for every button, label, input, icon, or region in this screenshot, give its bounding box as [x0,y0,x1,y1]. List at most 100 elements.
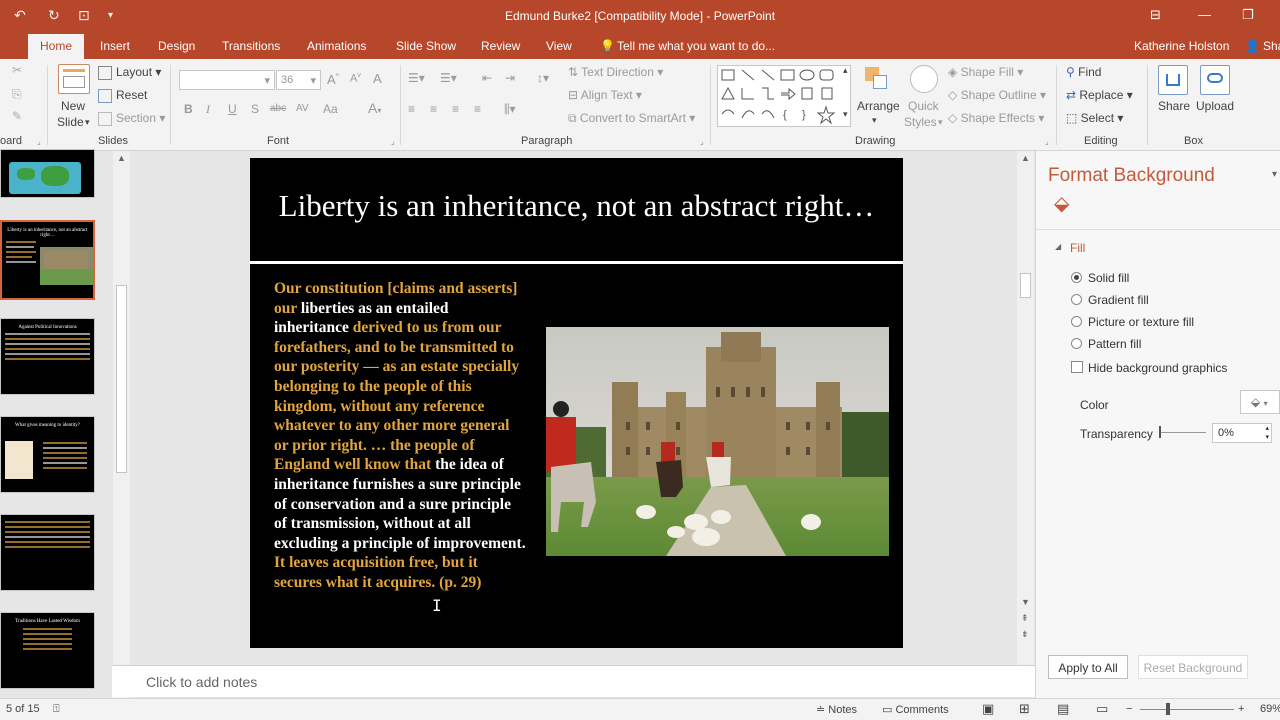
shadow-button[interactable]: S [251,102,259,116]
slide-canvas[interactable]: Liberty is an inheritance, not an abstra… [250,158,903,648]
zoom-slider[interactable] [1140,709,1234,710]
spell-check-icon[interactable]: ⍐ [53,703,60,716]
increase-indent-icon[interactable]: ⇥ [505,71,515,85]
align-text-button[interactable]: ⊟ Align Text ▾ [568,88,642,102]
scroll-thumb[interactable] [1020,273,1031,298]
zoom-in-icon[interactable]: + [1238,703,1244,715]
reset-background-button[interactable]: Reset Background [1138,655,1248,679]
tab-animations[interactable]: Animations [307,39,366,53]
fill-bucket-icon[interactable]: ⬙ [1054,191,1069,216]
cut-icon[interactable]: ✂ [12,63,22,77]
normal-view-icon[interactable]: ▣ [982,701,994,717]
share-tab-label[interactable]: Sha [1263,39,1280,53]
slide-scrollbar[interactable]: ▲ ▼ ⇞ ⇟ [1017,151,1034,665]
reading-view-icon[interactable]: ▤ [1057,701,1069,717]
bullets-icon[interactable]: ☰▾ [408,71,425,85]
thumbnail-scrollbar[interactable]: ▲ ▼ [113,151,130,698]
slide-thumbnail[interactable]: Against Political Innovations [0,318,95,395]
copy-icon[interactable]: ⎘ [12,87,22,102]
tab-slide-show[interactable]: Slide Show [396,39,456,53]
font-launcher-icon[interactable]: ⌟ [391,137,395,146]
share-box-label[interactable]: Share [1158,99,1190,113]
arrange-icon[interactable] [863,65,891,93]
quick-styles-label-1[interactable]: Quick [908,99,939,113]
align-left-icon[interactable]: ≡ [408,102,415,116]
slide-thumbnail-selected[interactable]: Liberty is an inheritance, not an abstra… [0,220,95,300]
select-button[interactable]: ⬚ Select ▾ [1066,111,1123,125]
slide-thumbnail[interactable]: What gives meaning to identity? [0,416,95,493]
shape-fill-button[interactable]: ◈ Shape Fill ▾ [948,65,1023,79]
notes-button[interactable]: ≐ Notes [816,703,857,716]
character-spacing-button[interactable]: AV [296,103,309,114]
color-picker-button[interactable]: ⬙ ▾ [1240,390,1280,414]
font-name-input[interactable]: ▾ [179,70,275,90]
strikethrough-button[interactable]: abc [270,103,286,114]
format-painter-icon[interactable]: ✎ [12,109,22,123]
restore-icon[interactable]: ❐ [1242,7,1254,23]
justify-icon[interactable]: ≡ [474,102,481,116]
quick-styles-label-2[interactable]: Styles [904,115,937,129]
shrink-font-icon[interactable]: Av [350,72,361,85]
clipboard-launcher-icon[interactable]: ⌟ [37,137,41,146]
scroll-down-icon[interactable]: ▼ [1021,597,1030,607]
numbering-icon[interactable]: ☰▾ [440,71,457,85]
scroll-thumb[interactable] [116,285,127,473]
ribbon-display-icon[interactable]: ⊟ [1150,7,1161,23]
reset-button[interactable]: Reset [98,88,147,103]
tab-home[interactable]: Home [28,34,85,59]
tab-design[interactable]: Design [158,39,195,53]
share-box-icon[interactable] [1158,65,1188,95]
castle-photo[interactable] [546,327,889,556]
transparency-slider[interactable] [1160,432,1206,433]
tab-insert[interactable]: Insert [100,39,130,53]
fill-section-header[interactable]: Fill [1070,241,1085,255]
shape-outline-button[interactable]: ◇ Shape Outline ▾ [948,88,1046,102]
smartart-button[interactable]: ⧉ Convert to SmartArt ▾ [568,111,695,126]
new-slide-icon[interactable] [58,64,90,94]
previous-slide-icon[interactable]: ⇞ [1021,613,1029,624]
apply-to-all-button[interactable]: Apply to All [1048,655,1128,679]
find-button[interactable]: ⚲ Find [1066,65,1101,79]
section-button[interactable]: Section ▾ [98,111,165,126]
align-center-icon[interactable]: ≡ [430,102,437,116]
slide-sorter-icon[interactable]: ⊞ [1019,701,1030,717]
shapes-more-icon[interactable]: ▾ [843,109,848,120]
share-icon[interactable]: 👤 [1245,39,1260,53]
drawing-launcher-icon[interactable]: ⌟ [1045,137,1049,146]
paragraph-launcher-icon[interactable]: ⌟ [700,137,704,146]
slide-title[interactable]: Liberty is an inheritance, not an abstra… [250,188,903,224]
grow-font-icon[interactable]: A^ [327,72,339,87]
italic-button[interactable]: I [206,102,210,117]
bold-button[interactable]: B [184,102,193,116]
notes-placeholder[interactable]: Click to add notes [146,674,257,690]
collapse-triangle-icon[interactable]: ◢ [1055,242,1061,251]
shape-effects-button[interactable]: ◇ Shape Effects ▾ [948,111,1044,125]
shapes-gallery[interactable]: { } [717,65,851,127]
layout-button[interactable]: Layout ▾ [98,65,161,80]
new-slide-label-2[interactable]: Slide [57,115,84,129]
scroll-up-icon[interactable]: ▲ [1021,153,1030,163]
replace-button[interactable]: ⇄ Replace ▾ [1066,88,1133,102]
quick-styles-icon[interactable] [910,65,938,93]
notes-pane[interactable]: Click to add notes [112,665,1035,697]
chevron-down-icon[interactable]: ▾ [872,115,877,126]
tell-me-input[interactable]: Tell me what you want to do... [617,39,775,53]
text-direction-button[interactable]: ⇅ Text Direction ▾ [568,65,663,79]
minimize-icon[interactable]: — [1198,7,1211,22]
next-slide-icon[interactable]: ⇟ [1021,629,1029,640]
align-right-icon[interactable]: ≡ [452,102,459,116]
spinner-icon[interactable]: ▴ ▾ [1265,424,1269,442]
user-name[interactable]: Katherine Holston [1134,39,1229,53]
slide-thumbnail[interactable]: Traditions Have Lasted Wisdom [0,612,95,689]
new-slide-label-1[interactable]: New [61,99,85,113]
comments-button[interactable]: ▭ Comments [882,703,949,716]
slide-body-text[interactable]: Our constitution [claims and asserts] ou… [274,279,526,593]
change-case-button[interactable]: Aa [323,102,338,116]
scroll-up-icon[interactable]: ▲ [117,153,126,163]
decrease-indent-icon[interactable]: ⇤ [482,71,492,85]
slide-thumbnail[interactable] [0,149,95,198]
pane-options-icon[interactable]: ▾ [1272,169,1277,180]
shapes-scroll-up-icon[interactable]: ▴ [843,65,848,76]
zoom-level[interactable]: 69% [1260,703,1280,715]
transparency-slider-thumb[interactable] [1159,426,1161,438]
